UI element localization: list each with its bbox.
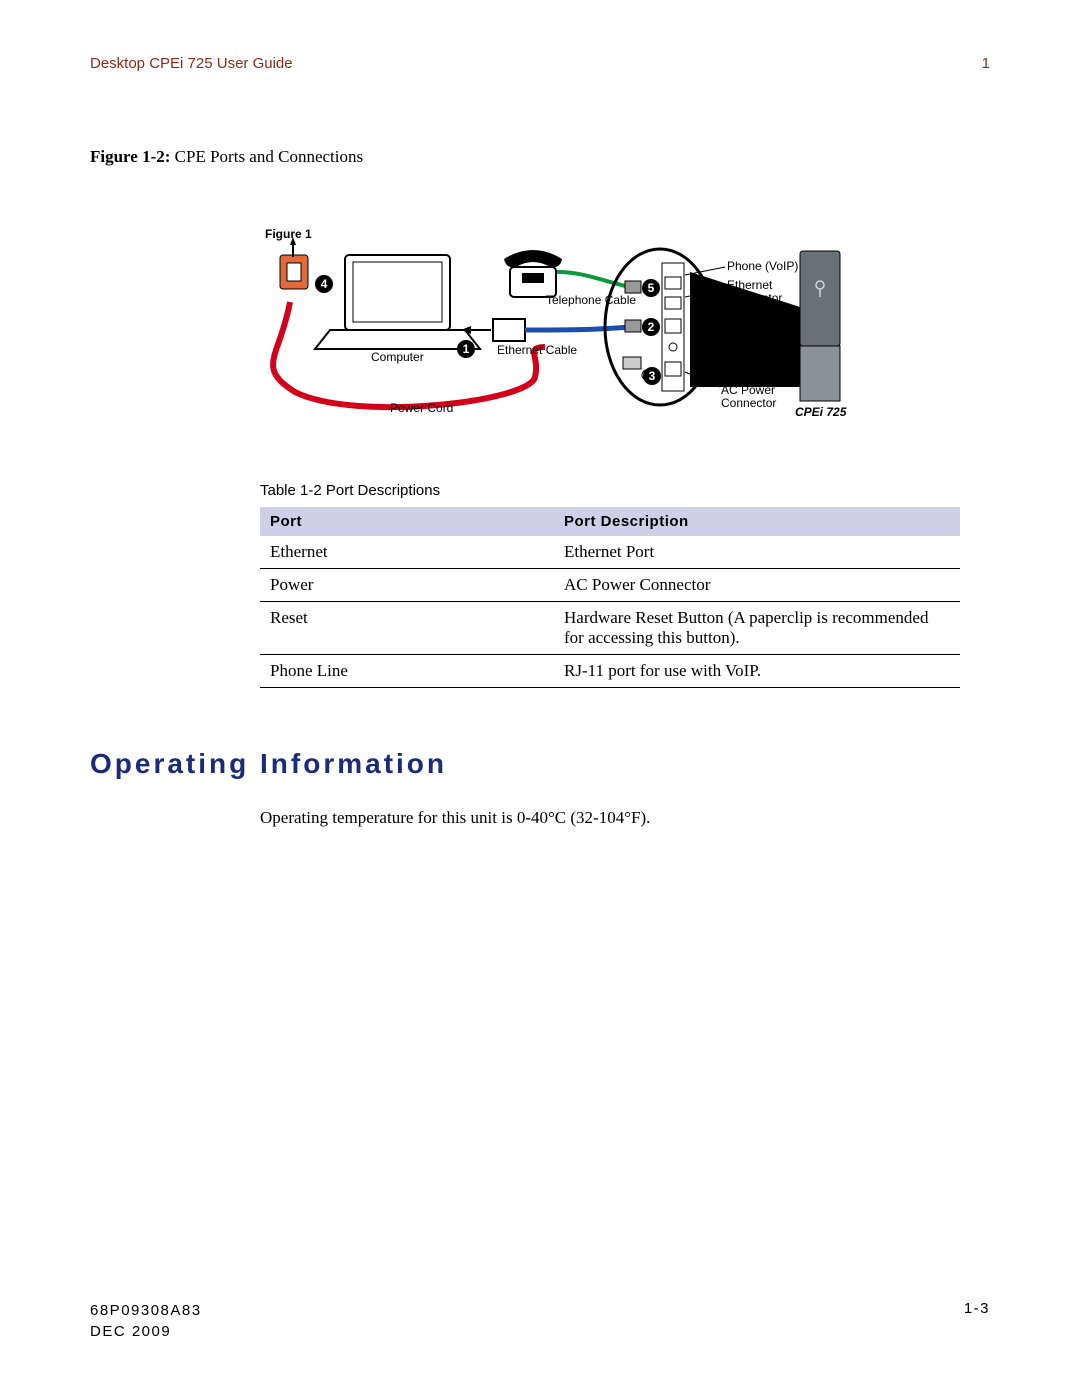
label-device: CPEi 725	[795, 405, 846, 419]
page-footer: 68P09308A83 DEC 2009 1-3	[90, 1300, 990, 1342]
diagram-container: Figure 1 4 1 2 3 5 Computer Power Cord E…	[90, 227, 990, 422]
diagram-figure-label: Figure 1	[265, 227, 312, 241]
th-desc: Port Description	[554, 507, 960, 536]
label-power-cord: Power Cord	[390, 401, 453, 415]
cell-desc: AC Power Connector	[554, 569, 960, 602]
port-descriptions-table: Port Port Description Ethernet Ethernet …	[260, 507, 960, 688]
cell-port: Phone Line	[260, 655, 554, 688]
badge-4: 4	[315, 275, 333, 293]
page-header: Desktop CPEi 725 User Guide 1	[90, 55, 990, 72]
label-phone-voip: Phone (VoIP)	[727, 259, 798, 273]
footer-date: DEC 2009	[90, 1321, 202, 1342]
table-header-row: Port Port Description	[260, 507, 960, 536]
figure-label: Figure 1-2:	[90, 147, 170, 166]
footer-left: 68P09308A83 DEC 2009	[90, 1300, 202, 1342]
header-title: Desktop CPEi 725 User Guide	[90, 55, 293, 72]
cell-port: Power	[260, 569, 554, 602]
th-port: Port	[260, 507, 554, 536]
badge-5: 5	[642, 279, 660, 297]
label-ethernet-connector: Ethernet Connector	[727, 279, 782, 305]
page: Desktop CPEi 725 User Guide 1 Figure 1-2…	[0, 0, 1080, 1397]
badge-2: 2	[642, 318, 660, 336]
footer-pagenum: 1-3	[964, 1300, 990, 1342]
cell-desc: RJ-11 port for use with VoIP.	[554, 655, 960, 688]
figure-caption-text: CPE Ports and Connections	[170, 147, 363, 166]
footer-docnum: 68P09308A83	[90, 1300, 202, 1321]
cell-port: Ethernet	[260, 536, 554, 569]
connection-diagram: Figure 1 4 1 2 3 5 Computer Power Cord E…	[235, 227, 845, 422]
operating-info-text: Operating temperature for this unit is 0…	[260, 808, 990, 828]
table-caption: Table 1-2 Port Descriptions	[260, 482, 990, 499]
cell-desc: Hardware Reset Button (A paperclip is re…	[554, 602, 960, 655]
figure-caption: Figure 1-2: CPE Ports and Connections	[90, 147, 990, 167]
header-chapter-number: 1	[982, 55, 990, 72]
label-telephone-cable: Telephone Cable	[546, 293, 636, 307]
label-ethernet-cable: Ethernet Cable	[497, 343, 577, 357]
label-computer: Computer	[371, 350, 424, 364]
table-row: Ethernet Ethernet Port	[260, 536, 960, 569]
section-heading-operating-information: Operating Information	[90, 748, 990, 780]
table-row: Power AC Power Connector	[260, 569, 960, 602]
table-row: Phone Line RJ-11 port for use with VoIP.	[260, 655, 960, 688]
label-ac-power-connector: AC Power Connector	[721, 384, 776, 410]
cell-desc: Ethernet Port	[554, 536, 960, 569]
cell-port: Reset	[260, 602, 554, 655]
badge-1: 1	[457, 340, 475, 358]
badge-3: 3	[643, 367, 661, 385]
table-row: Reset Hardware Reset Button (A paperclip…	[260, 602, 960, 655]
